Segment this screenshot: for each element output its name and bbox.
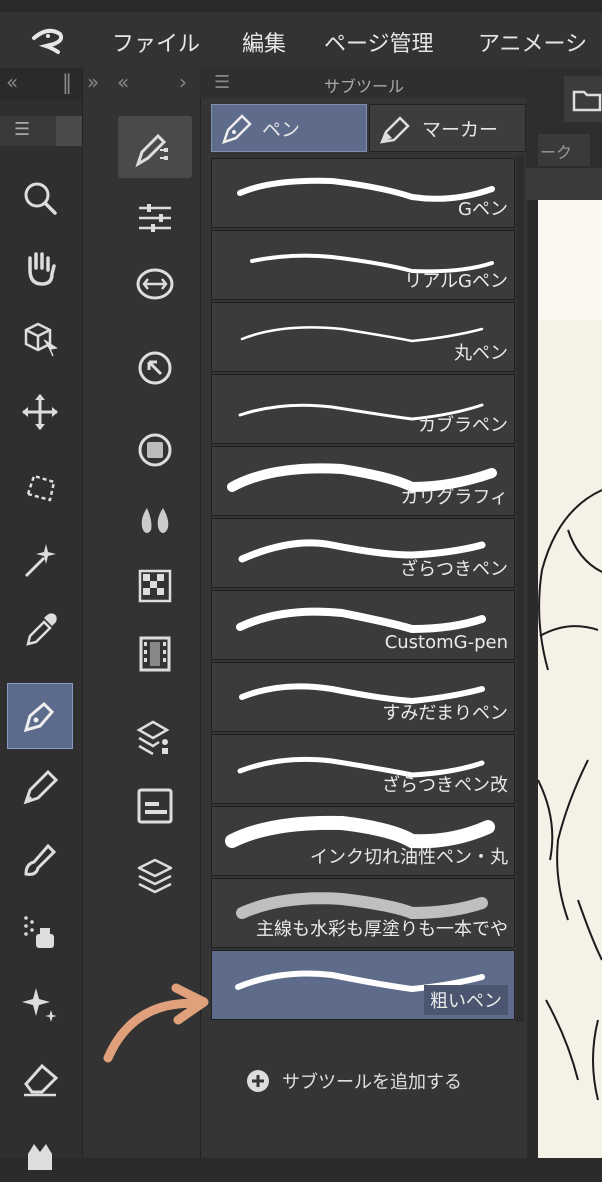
brush-label: CustomG-pen xyxy=(384,632,508,653)
folder-icon xyxy=(572,90,602,112)
brush-label: 丸ペン xyxy=(454,343,508,364)
brush-row[interactable]: 主線も水彩も厚塗りも一本でや xyxy=(211,878,515,948)
hand-icon[interactable] xyxy=(8,236,72,300)
add-subtool-label: サブツールを追加する xyxy=(282,1072,462,1093)
panel-title: サブツール xyxy=(324,77,405,96)
brush-label: Gペン xyxy=(458,199,508,220)
brush-label: カリグラフィ xyxy=(400,487,508,508)
expand-right-icon[interactable]: » xyxy=(87,70,99,94)
layers-icon[interactable] xyxy=(118,846,192,906)
tab-marker-label: マーカー xyxy=(422,118,499,141)
pen-nib-icon xyxy=(222,114,252,144)
brush-row[interactable]: ざらつきペン xyxy=(211,518,515,588)
brush-row[interactable]: すみだまりペン xyxy=(211,662,515,732)
color-mix-icon[interactable] xyxy=(118,490,192,550)
animation-timeline-icon[interactable] xyxy=(118,624,192,684)
add-subtool-button[interactable]: サブツールを追加する xyxy=(246,1066,462,1096)
color-circle-icon[interactable] xyxy=(118,420,192,480)
menu-lines-icon: ☰ xyxy=(14,119,31,140)
tool-property-icon[interactable] xyxy=(118,186,192,246)
brush-row[interactable]: リアルGペン xyxy=(211,230,515,300)
tool-menu-button[interactable]: ☰ xyxy=(0,116,56,146)
sketch-lines xyxy=(538,200,602,1101)
pen-nib-icon xyxy=(23,701,55,733)
brush-row[interactable]: Gペン xyxy=(211,158,515,228)
brush-row[interactable]: カリグラフィ xyxy=(211,446,515,516)
move-icon[interactable] xyxy=(8,380,72,444)
menu-animation[interactable]: アニメーシ xyxy=(478,26,587,58)
menu-page-management[interactable]: ページ管理 xyxy=(324,26,434,58)
canvas-tab-label: ーク xyxy=(540,143,573,162)
grip-icon[interactable]: ‖ xyxy=(62,70,72,94)
navigator-icon[interactable] xyxy=(118,254,192,314)
tool-palette-header: « ‖ xyxy=(0,68,82,100)
brush-label: ざらつきペン xyxy=(400,559,508,580)
search-icon[interactable] xyxy=(8,166,72,230)
tab-pen[interactable]: ペン xyxy=(211,104,367,152)
eraser-icon[interactable] xyxy=(8,1046,72,1110)
status-line xyxy=(0,0,602,12)
cube-select-icon[interactable] xyxy=(8,306,72,370)
brush-label: インク切れ油性ペン・丸 xyxy=(310,847,508,868)
pen-group-icon[interactable] xyxy=(118,116,192,178)
brush-icon[interactable] xyxy=(8,828,72,892)
folder-button[interactable] xyxy=(564,76,602,122)
canvas-toolbar: ーク xyxy=(526,68,602,168)
color-set-icon[interactable] xyxy=(118,556,192,616)
material-icon[interactable] xyxy=(118,776,192,836)
brush-label: 粗いペン xyxy=(424,985,508,1015)
pencil-icon[interactable] xyxy=(8,756,72,820)
brush-label: すみだまりペン xyxy=(382,703,508,724)
menu-bar: ファイル 編集 ページ管理 アニメーシ xyxy=(0,0,602,68)
brush-row[interactable]: インク切れ油性ペン・丸 xyxy=(211,806,515,876)
brush-row[interactable]: カブラペン xyxy=(211,374,515,444)
collapse-left-icon-2[interactable]: « xyxy=(117,70,129,94)
magic-wand-icon[interactable] xyxy=(8,528,72,592)
tool-pen-tab[interactable] xyxy=(56,116,82,146)
tab-marker[interactable]: マーカー xyxy=(369,104,526,152)
chevron-right-icon[interactable]: › xyxy=(179,70,187,94)
eyedropper-icon[interactable] xyxy=(8,598,72,662)
plus-circle-icon xyxy=(247,1070,269,1092)
brush-label: カブラペン xyxy=(418,415,508,436)
drawing-canvas[interactable] xyxy=(538,200,602,1158)
tab-pen-label: ペン xyxy=(262,118,301,141)
brush-label: ざらつきペン改 xyxy=(382,775,508,796)
panel-menu-icon[interactable]: ☰ xyxy=(214,72,230,93)
panel-scrollbar[interactable] xyxy=(516,156,524,1022)
sub-view-icon[interactable] xyxy=(118,338,192,398)
menu-file[interactable]: ファイル xyxy=(112,26,200,58)
sparkle-icon[interactable] xyxy=(8,972,72,1036)
brush-row[interactable]: 粗いペン xyxy=(211,950,515,1020)
canvas-tab[interactable]: ーク xyxy=(538,134,590,166)
menu-edit[interactable]: 編集 xyxy=(242,26,286,58)
annotation-arrow xyxy=(103,983,209,1063)
app-logo-icon[interactable] xyxy=(28,24,68,60)
brush-label: 主線も水彩も厚塗りも一本でや xyxy=(256,919,508,940)
marker-icon xyxy=(380,116,410,144)
layer-property-icon[interactable] xyxy=(118,706,192,766)
brush-row[interactable]: 丸ペン xyxy=(211,302,515,372)
brush-row[interactable]: ざらつきペン改 xyxy=(211,734,515,804)
lasso-select-icon[interactable] xyxy=(8,456,72,520)
collapse-left-icon[interactable]: « xyxy=(6,70,18,94)
canvas-gutter xyxy=(526,168,602,200)
pen-tool-active[interactable] xyxy=(7,683,73,749)
subtool-panel-header: ☰ サブツール xyxy=(200,68,526,98)
fill-icon[interactable] xyxy=(8,1118,72,1182)
spray-icon[interactable] xyxy=(8,900,72,964)
brush-label: リアルGペン xyxy=(404,271,508,292)
brush-row[interactable]: CustomG-pen xyxy=(211,590,515,660)
